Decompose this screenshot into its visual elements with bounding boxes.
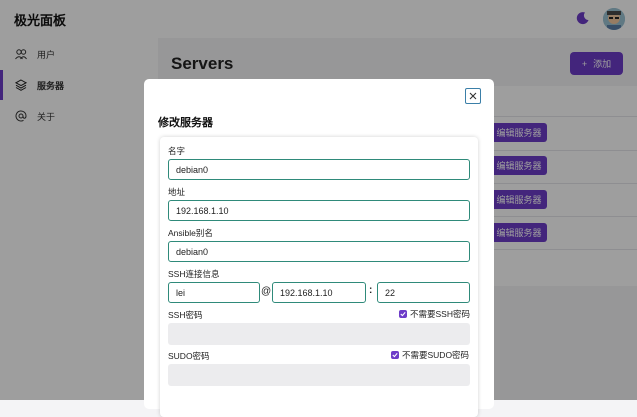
modal-title: 修改服务器 <box>158 117 213 129</box>
ssh-connection-label: SSH连接信息 <box>168 269 220 279</box>
close-icon <box>469 92 477 100</box>
sudo-password-input[interactable] <box>168 364 470 386</box>
at-separator: @ <box>261 286 272 297</box>
name-input[interactable]: debian0 <box>168 159 470 180</box>
ssh-host-value: 192.168.1.10 <box>280 287 333 298</box>
ssh-password-label: SSH密码 <box>168 310 203 320</box>
name-label: 名字 <box>168 146 186 156</box>
address-value: 192.168.1.10 <box>176 205 229 216</box>
no-ssh-password-label: 不需要SSH密码 <box>410 309 470 319</box>
ssh-user-input[interactable]: lei <box>168 282 260 303</box>
no-ssh-password-checkbox[interactable]: 不需要SSH密码 <box>399 308 470 320</box>
server-form: 名字 debian0 地址 192.168.1.10 Ansible别名 deb… <box>160 137 478 417</box>
ssh-port-value: 22 <box>385 287 396 298</box>
ssh-port-input[interactable]: 22 <box>377 282 470 303</box>
sudo-password-label: SUDO密码 <box>168 351 210 361</box>
ansible-alias-input[interactable]: debian0 <box>168 241 470 262</box>
address-input[interactable]: 192.168.1.10 <box>168 200 470 221</box>
ssh-user-value: lei <box>176 287 186 298</box>
close-button[interactable] <box>465 88 481 104</box>
no-sudo-password-checkbox[interactable]: 不需要SUDO密码 <box>391 349 469 361</box>
no-sudo-password-label: 不需要SUDO密码 <box>402 350 470 360</box>
checkmark-icon <box>391 351 399 359</box>
edit-server-modal: 修改服务器 名字 debian0 地址 192.168.1.10 Ansible… <box>144 79 494 417</box>
address-label: 地址 <box>168 187 186 197</box>
checkmark-icon <box>399 310 407 318</box>
ansible-alias-label: Ansible别名 <box>168 228 213 238</box>
ssh-host-input[interactable]: 192.168.1.10 <box>272 282 366 303</box>
ansible-alias-value: debian0 <box>176 246 209 257</box>
ssh-password-input[interactable] <box>168 323 470 345</box>
name-value: debian0 <box>176 164 209 175</box>
colon-separator: : <box>369 285 373 296</box>
